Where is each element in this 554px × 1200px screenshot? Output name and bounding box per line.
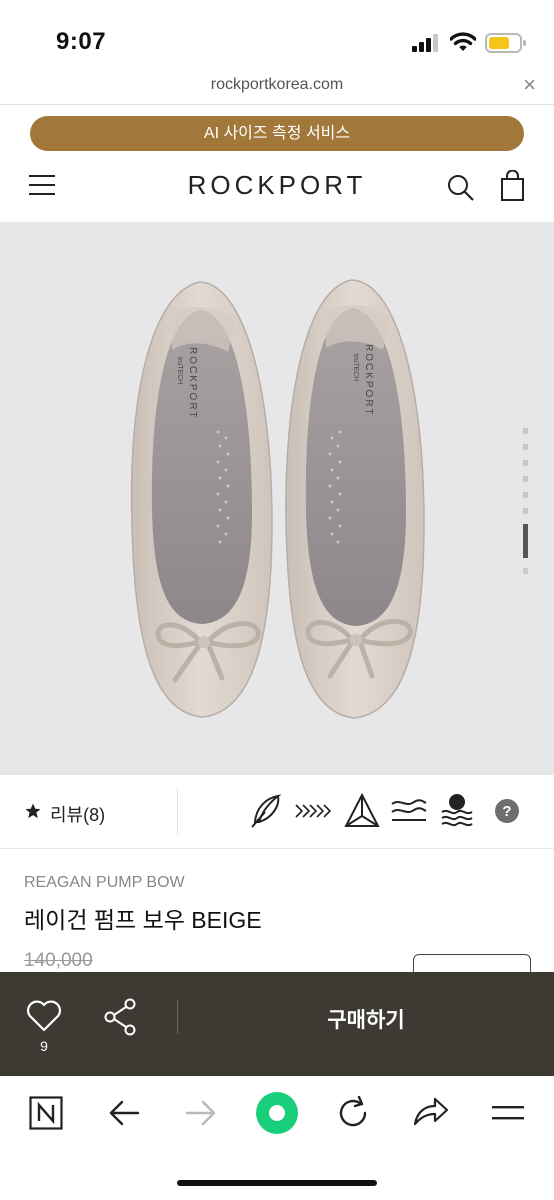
insole-sub-left: truTECH xyxy=(176,357,183,384)
right-shoe: ROCKPORT truTECH xyxy=(285,279,425,719)
heart-icon[interactable] xyxy=(26,1000,62,1032)
product-image-carousel[interactable]: ROCKPORT truTECH ROCKPORT truTECH xyxy=(0,222,554,775)
waterproof-icon xyxy=(441,794,473,827)
naver-n-icon[interactable] xyxy=(29,1096,63,1130)
carousel-dot[interactable] xyxy=(523,508,528,514)
original-price: 140,000 xyxy=(24,950,93,971)
insole-brand-left: ROCKPORT xyxy=(187,347,198,420)
carousel-dot[interactable] xyxy=(523,568,528,574)
svg-text:?: ? xyxy=(502,803,511,820)
insole-brand-right: ROCKPORT xyxy=(363,344,374,417)
grip-arrows-icon xyxy=(295,804,332,818)
naver-green-home-icon[interactable] xyxy=(255,1091,299,1135)
close-icon[interactable]: × xyxy=(523,72,536,98)
feather-icon xyxy=(251,794,282,828)
buy-bar: 9 구매하기 xyxy=(0,972,554,1076)
wifi-icon xyxy=(450,32,476,51)
insole-sub-right: truTECH xyxy=(352,354,359,381)
product-name-korean: 레이건 펌프 보우 BEIGE xyxy=(24,907,262,933)
share-arrow-icon[interactable] xyxy=(413,1096,449,1128)
stability-triangle-icon xyxy=(344,792,380,827)
forward-arrow-icon[interactable] xyxy=(185,1100,217,1126)
back-arrow-icon[interactable] xyxy=(108,1100,140,1126)
share-icon[interactable] xyxy=(104,998,138,1036)
menu-lines-icon[interactable] xyxy=(492,1104,526,1122)
url-text[interactable]: rockportkorea.com xyxy=(0,76,554,94)
signal-icon xyxy=(412,34,438,52)
buy-button[interactable]: 구매하기 xyxy=(178,1004,554,1034)
status-time: 9:07 xyxy=(56,28,107,55)
cushion-waves-icon xyxy=(391,799,427,821)
carousel-dot[interactable] xyxy=(523,460,528,466)
product-name-english: REAGAN PUMP BOW xyxy=(24,874,185,891)
refresh-icon[interactable] xyxy=(336,1096,370,1130)
like-count: 9 xyxy=(40,1038,48,1054)
product-photo: ROCKPORT truTECH ROCKPORT truTECH xyxy=(130,279,425,719)
carousel-indicator[interactable] xyxy=(522,428,530,574)
divider xyxy=(177,788,178,834)
carousel-dot-active[interactable] xyxy=(523,524,528,558)
carousel-dot[interactable] xyxy=(523,428,528,434)
home-indicator xyxy=(177,1180,377,1186)
carousel-dot[interactable] xyxy=(523,444,528,450)
carousel-dot[interactable] xyxy=(523,492,528,498)
battery-icon xyxy=(485,33,526,53)
star-icon xyxy=(25,803,41,819)
shopping-bag-icon[interactable] xyxy=(500,170,526,202)
ai-size-banner-button[interactable]: AI 사이즈 측정 서비스 xyxy=(30,116,524,151)
help-icon[interactable]: ? xyxy=(494,798,520,824)
search-icon[interactable] xyxy=(447,174,475,202)
left-shoe: ROCKPORT truTECH xyxy=(130,281,273,718)
carousel-dot[interactable] xyxy=(523,476,528,482)
browser-url-bar[interactable]: rockportkorea.com × xyxy=(0,68,554,105)
review-link[interactable]: 리뷰(8) xyxy=(50,801,105,827)
review-feature-row: 리뷰(8) ? xyxy=(0,776,554,849)
status-bar: 9:07 xyxy=(0,0,554,72)
